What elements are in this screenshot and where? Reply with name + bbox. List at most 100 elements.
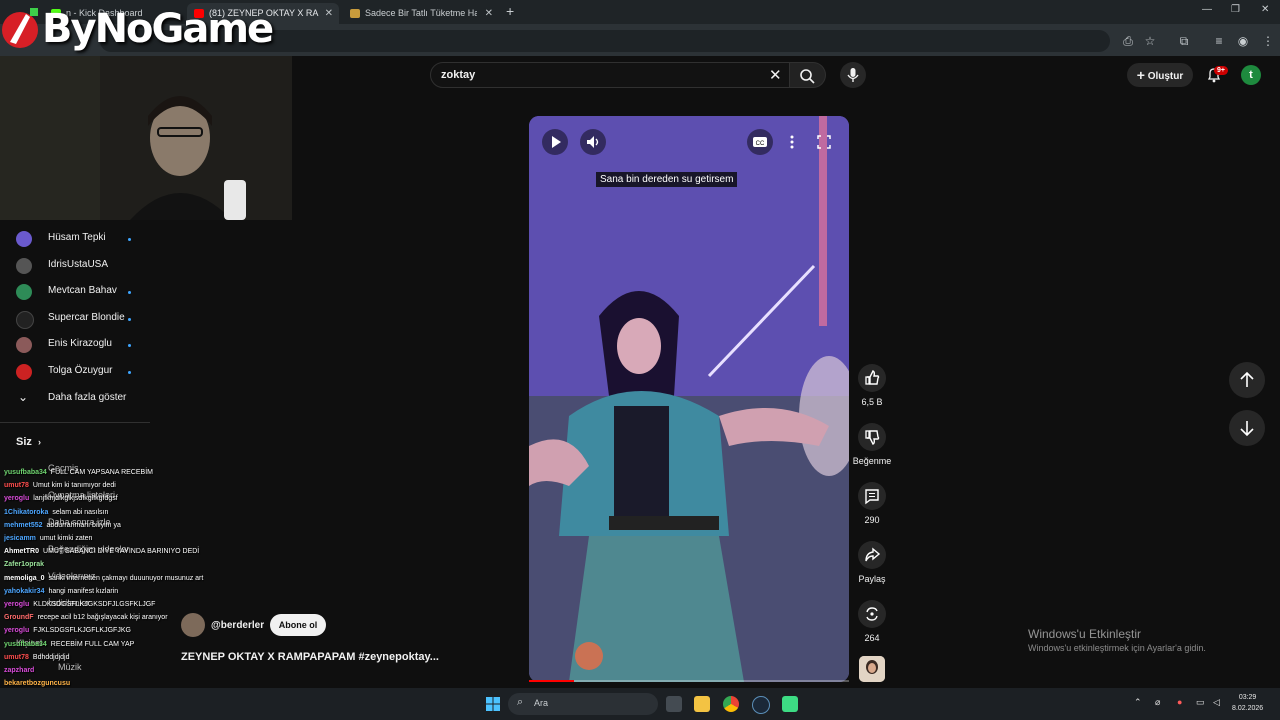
search-icon <box>800 69 815 84</box>
chat-message: memoliga_0 sanki internetten çakmayı duuu… <box>4 572 204 585</box>
chrome-icon[interactable] <box>723 696 739 712</box>
chat-username: yusufbaba34 <box>4 469 47 476</box>
mute-button[interactable] <box>580 129 606 155</box>
chat-message: AhmetTR0 UMUT SABANCI DİYE YAYINDA BARINI… <box>4 545 204 558</box>
remix-icon <box>866 607 878 621</box>
dislike-button[interactable] <box>858 423 886 451</box>
dislike-label: Beğenme <box>852 456 892 466</box>
channel-avatar <box>16 258 32 274</box>
new-content-dot <box>128 318 131 321</box>
new-content-dot <box>128 238 131 241</box>
share-action[interactable]: Paylaş <box>852 541 892 584</box>
remix-action[interactable]: 264 <box>852 600 892 643</box>
like-button[interactable] <box>858 364 886 392</box>
channel-label: IdrisUstaUSA <box>48 259 109 270</box>
channel-avatar[interactable] <box>181 613 205 637</box>
restore-icon[interactable]: ❐ <box>1231 4 1240 15</box>
channel-name[interactable]: @berderler <box>211 620 264 631</box>
sidebar-you-section[interactable]: Siz › <box>16 436 41 448</box>
search-button[interactable] <box>790 62 826 88</box>
chat-text: umut kimki zaten <box>39 535 93 543</box>
sidebar-item-husam-tepki[interactable]: Hüsam Tepki <box>16 228 146 250</box>
account-avatar[interactable]: t <box>1241 65 1261 85</box>
new-tab-icon[interactable]: + <box>506 3 514 19</box>
speaker-icon[interactable]: ◁ <box>1213 697 1220 708</box>
plus-icon: + <box>1136 67 1145 83</box>
remix-button[interactable] <box>858 600 886 628</box>
sidebar-item-tolga-ozuygur[interactable]: Tolga Özuygur <box>16 361 146 383</box>
taskbar-clock[interactable]: 03:29 8.02.2026 <box>1232 692 1263 714</box>
sidebar-item-supercar-blondie[interactable]: Supercar Blondie <box>16 308 146 330</box>
like-action[interactable]: 6,5 B <box>852 364 892 407</box>
minimize-icon[interactable]: — <box>1202 4 1212 15</box>
sidebar-show-more[interactable]: ⌄ Daha fazla göster <box>16 388 146 410</box>
next-short-button[interactable] <box>1229 410 1265 446</box>
create-button[interactable]: + Oluştur <box>1127 63 1193 87</box>
search-value: zoktay <box>441 69 476 81</box>
chat-message: GroundF recepe acil b12 bağışlayacak kişi… <box>4 611 204 624</box>
more-options-button[interactable] <box>779 129 805 155</box>
close-window-icon[interactable]: ✕ <box>1261 4 1269 15</box>
fullscreen-button[interactable] <box>811 129 837 155</box>
subscribe-button[interactable]: Abone ol <box>270 614 326 636</box>
chat-username: bekaretbozguncusu <box>4 680 71 688</box>
chat-username: yeroglu <box>4 601 30 609</box>
share-label: Paylaş <box>858 574 886 584</box>
discord-app-icon[interactable] <box>782 696 798 712</box>
comments-action[interactable]: 290 <box>852 482 892 525</box>
microphone-icon <box>847 68 859 82</box>
chat-message: yeroglu FJKLSDGSFLKJGFLKJGFJKG <box>4 624 204 637</box>
thumbs-down-icon <box>865 430 880 445</box>
create-label: Oluştur <box>1147 71 1184 82</box>
more-vertical-icon <box>790 135 794 149</box>
share-button[interactable] <box>858 541 886 569</box>
new-content-dot <box>128 371 131 374</box>
chat-text: hangi manifest kızlarin <box>48 587 119 595</box>
channel-avatar <box>16 337 32 353</box>
sound-thumbnail[interactable] <box>859 656 885 682</box>
browser-menu-icon[interactable]: ⋮ <box>1260 33 1276 49</box>
channel-avatar <box>16 284 32 300</box>
captions-icon: CC <box>753 137 767 147</box>
video-progress-bar[interactable] <box>529 680 849 682</box>
profile-icon[interactable]: ◉ <box>1235 33 1251 49</box>
chat-username: mehmet552 <box>4 521 43 529</box>
network-icon[interactable]: ⌀ <box>1155 697 1160 708</box>
volume-icon <box>587 136 599 148</box>
file-explorer-icon[interactable] <box>694 696 710 712</box>
chat-text: Bdhddjdjdjd <box>32 653 70 661</box>
task-view-icon[interactable] <box>666 696 682 712</box>
search-input[interactable]: zoktay ✕ <box>430 62 790 88</box>
mic-tray-icon[interactable]: ● <box>1177 697 1182 707</box>
sound-thumbnail-image <box>859 656 885 682</box>
comment-icon <box>865 489 879 505</box>
previous-short-button[interactable] <box>1229 362 1265 398</box>
voice-search-button[interactable] <box>840 62 866 88</box>
clock-time: 03:29 <box>1238 694 1257 701</box>
tab-tatli[interactable]: Sadece Bir Tatlı Tüketme Hakkı ✕ <box>343 3 499 24</box>
sidebar-item-enis-kirazoglu[interactable]: Enis Kirazoglu <box>16 334 146 356</box>
captions-button[interactable]: CC <box>747 129 773 155</box>
sidebar-item-idrisusta[interactable]: IdrisUstaUSA <box>16 255 146 277</box>
play-button[interactable] <box>542 129 568 155</box>
play-icon <box>552 136 561 148</box>
clear-search-icon[interactable]: ✕ <box>769 66 782 84</box>
media-control-icon[interactable]: ≡ <box>1211 33 1227 49</box>
dislike-action[interactable]: Beğenme <box>852 423 892 466</box>
sidebar-item-mevtcan[interactable]: Mevtcan Bahav <box>16 281 146 303</box>
extensions-icon[interactable]: ⧉ <box>1176 33 1192 49</box>
display-icon[interactable]: ▭ <box>1196 697 1205 708</box>
comments-button[interactable] <box>858 482 886 510</box>
tray-overflow-icon[interactable]: ⌃ <box>1134 697 1142 708</box>
bookmark-star-icon[interactable]: ☆ <box>1142 33 1158 49</box>
steam-icon[interactable] <box>752 696 770 714</box>
chat-message: yusufbaba34 RECEBİM FULL CAM YAP <box>4 638 204 651</box>
shorts-video-player[interactable]: CC <box>529 116 849 682</box>
page-favicon-icon <box>350 9 360 18</box>
close-tab-icon[interactable]: ✕ <box>485 3 493 24</box>
windows-start-icon[interactable] <box>485 696 501 712</box>
install-app-icon[interactable]: ⎙ <box>1120 33 1136 49</box>
taskbar-search-input[interactable]: ⌕ Ara <box>508 693 658 715</box>
video-title[interactable]: ZEYNEP OKTAY X RAMPAPAPAM #zeynepoktay..… <box>181 651 439 663</box>
close-tab-icon[interactable]: ✕ <box>325 3 333 24</box>
